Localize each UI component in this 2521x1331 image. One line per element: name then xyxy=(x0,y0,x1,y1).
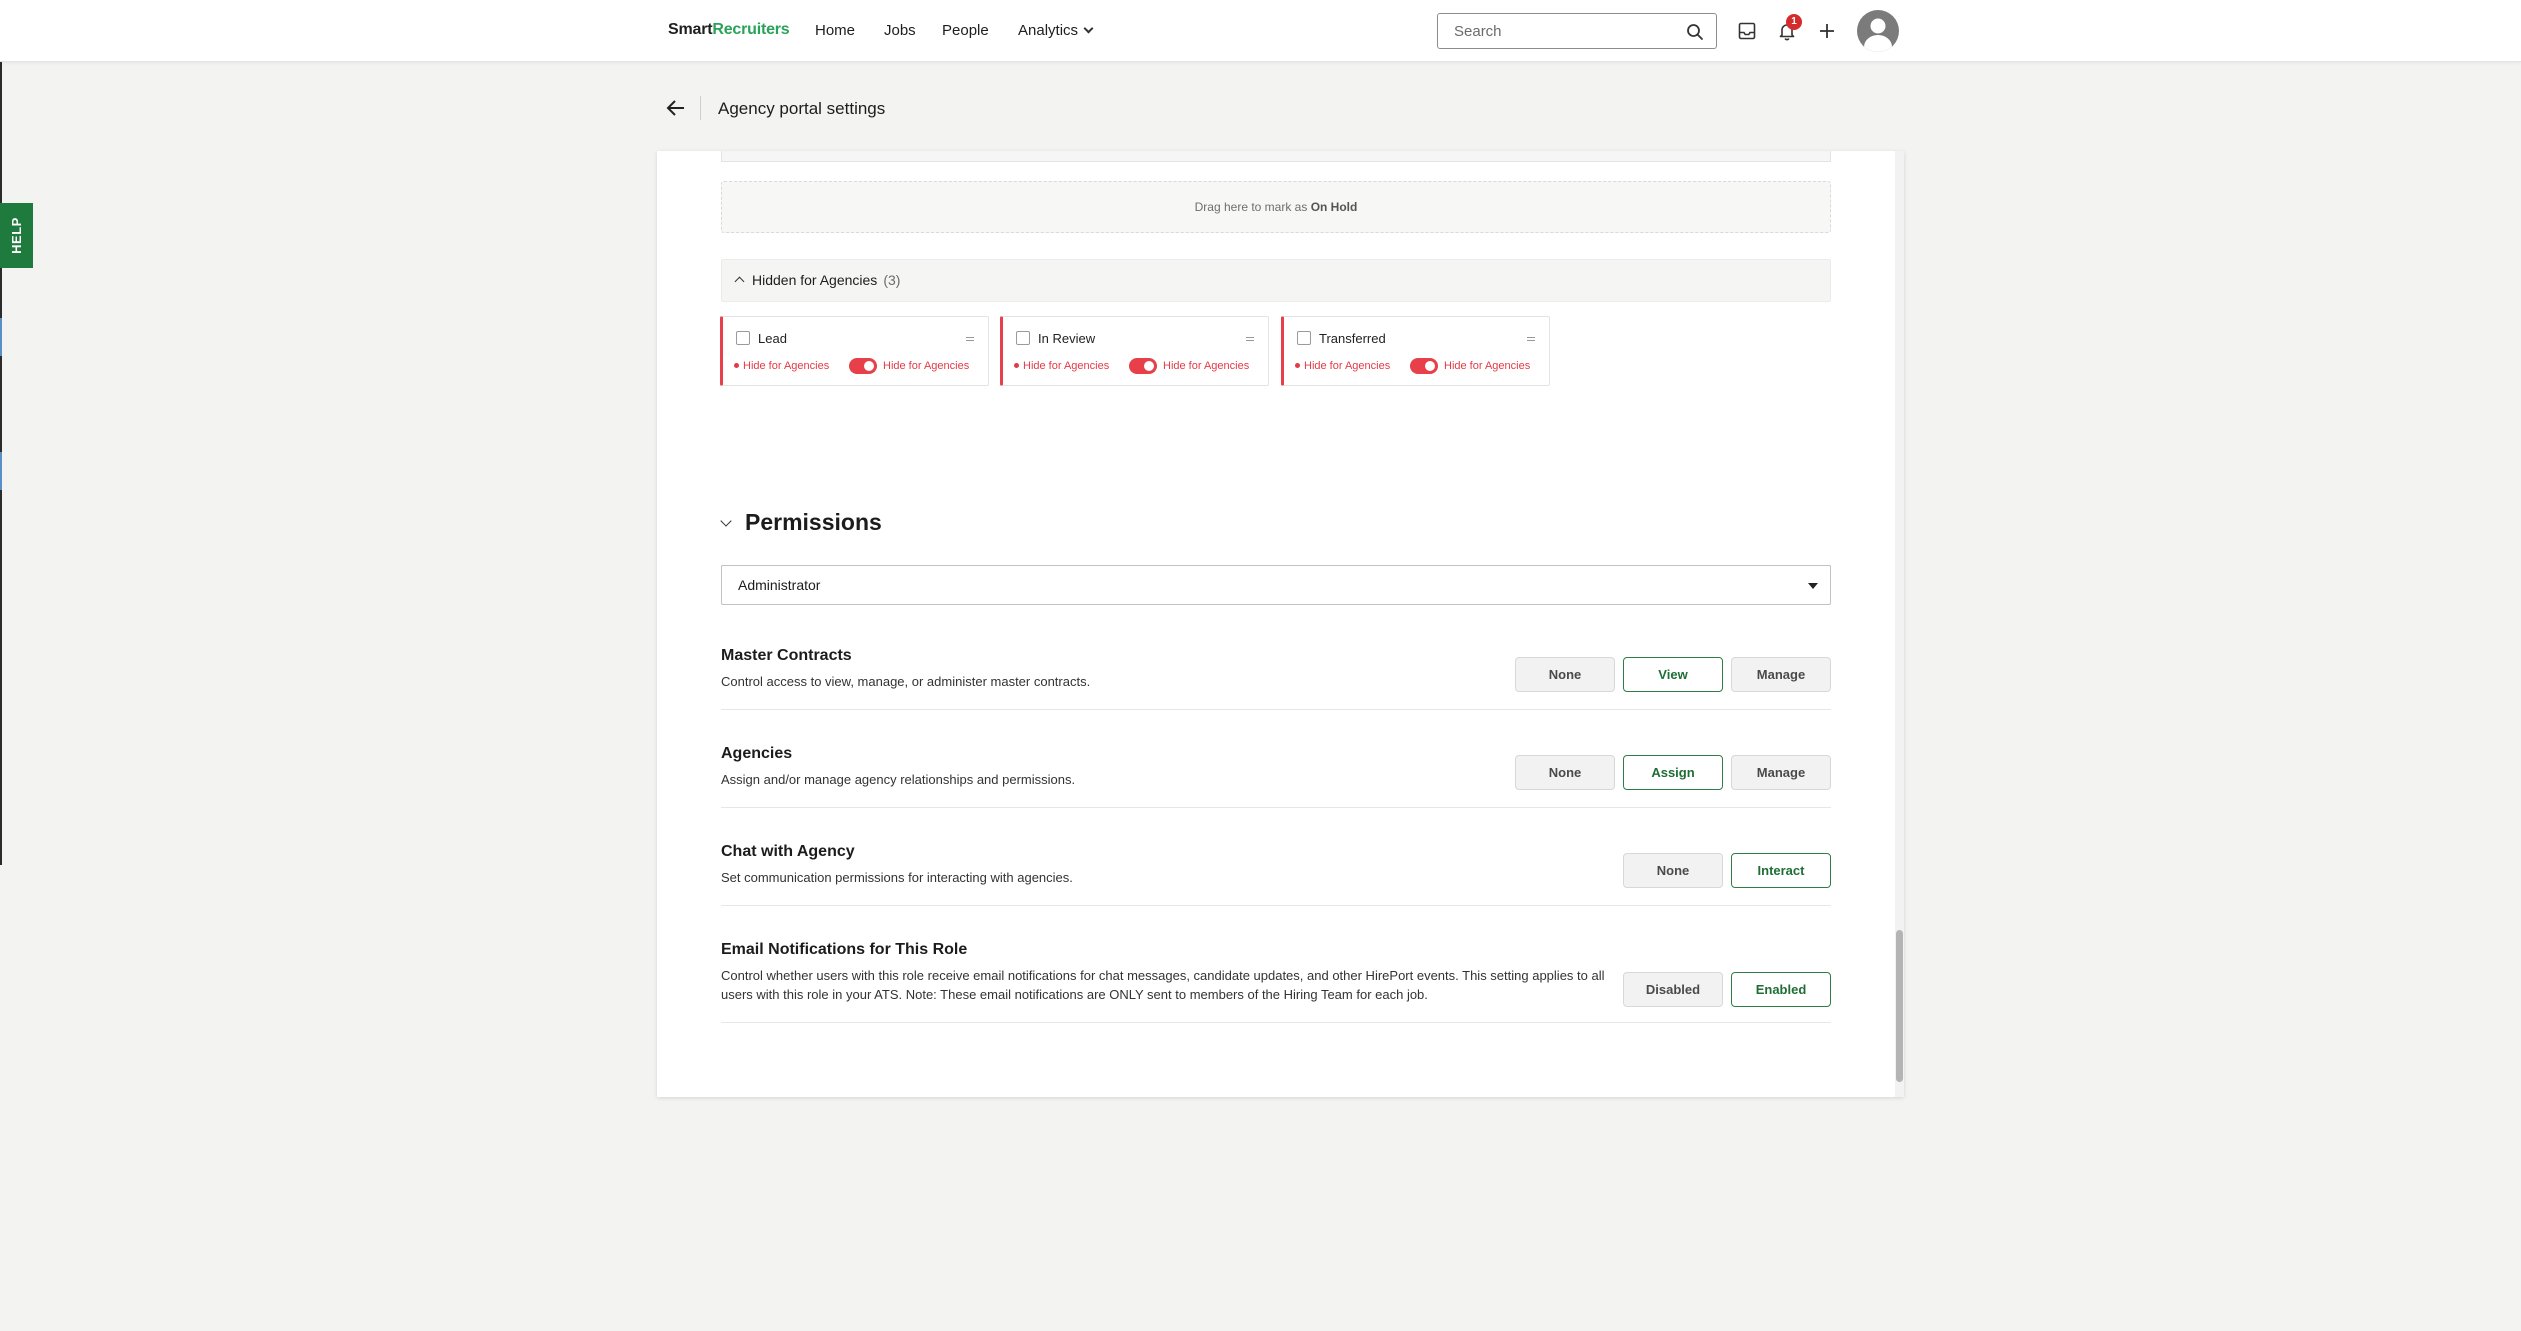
caret-down-icon xyxy=(1808,583,1818,589)
search-input[interactable] xyxy=(1438,14,1668,48)
option-none-button[interactable]: None xyxy=(1623,853,1723,888)
hide-for-agencies-toggle[interactable] xyxy=(849,358,877,374)
permission-description: Set communication permissions for intera… xyxy=(721,870,1073,885)
permission-row-chat-with-agency: Chat with Agency Set communication permi… xyxy=(721,843,1831,906)
option-view-button[interactable]: View xyxy=(1623,657,1723,692)
screen-edge-marker xyxy=(0,452,2,490)
header-divider xyxy=(700,96,701,120)
option-enabled-button[interactable]: Enabled xyxy=(1731,972,1831,1007)
brand-logo[interactable]: SmartRecruiters xyxy=(668,21,790,39)
screen-edge xyxy=(0,0,2,865)
stage-name: Lead xyxy=(758,331,787,346)
on-hold-drop-zone[interactable]: Drag here to mark as On Hold xyxy=(721,181,1831,233)
hidden-status-label: Hide for Agencies xyxy=(1014,360,1109,372)
plus-icon[interactable] xyxy=(1816,20,1838,42)
brand-logo-part2: Recruiters xyxy=(712,21,790,38)
toggle-label: Hide for Agencies xyxy=(1444,360,1531,372)
chevron-up-icon xyxy=(734,276,745,287)
back-arrow-icon[interactable] xyxy=(664,96,688,120)
stage-checkbox[interactable] xyxy=(736,331,750,345)
permission-description: Assign and/or manage agency relationship… xyxy=(721,772,1076,787)
nav-item-analytics[interactable]: Analytics xyxy=(1018,22,1094,39)
toggle-label: Hide for Agencies xyxy=(1163,360,1250,372)
user-avatar-icon xyxy=(1864,18,1892,52)
top-navigation-bar: SmartRecruiters Home Jobs People Analyti… xyxy=(0,0,2521,62)
option-none-button[interactable]: None xyxy=(1515,657,1615,692)
permission-title: Agencies xyxy=(721,745,793,762)
permission-row-master-contracts: Master Contracts Control access to view,… xyxy=(721,647,1831,710)
drop-zone-status: On Hold xyxy=(1310,200,1358,214)
pipeline-stage-list-bottom xyxy=(721,151,1831,162)
stage-card-in-review[interactable]: In Review Hide for Agencies Hide for Age… xyxy=(1000,316,1269,386)
permissions-title: Permissions xyxy=(745,509,882,535)
nav-item-home[interactable]: Home xyxy=(815,22,855,39)
stage-name: Transferred xyxy=(1319,331,1386,346)
permission-row-email-notifications: Email Notifications for This Role Contro… xyxy=(721,941,1831,1023)
role-select[interactable]: Administrator xyxy=(721,565,1831,605)
permission-description-line: users with this role in your ATS. Note: … xyxy=(721,987,1428,1002)
stage-checkbox[interactable] xyxy=(1016,331,1030,345)
screen-edge-marker xyxy=(0,318,2,356)
help-tab[interactable]: HELP xyxy=(0,203,33,268)
page-title: Agency portal settings xyxy=(718,99,886,118)
permission-title: Email Notifications for This Role xyxy=(721,941,968,958)
stage-card-lead[interactable]: Lead Hide for Agencies Hide for Agencies xyxy=(720,316,989,386)
toggle-label: Hide for Agencies xyxy=(883,360,970,372)
inbox-icon[interactable] xyxy=(1736,20,1758,42)
option-manage-button[interactable]: Manage xyxy=(1731,657,1831,692)
option-none-button[interactable]: None xyxy=(1515,755,1615,790)
drag-handle-icon[interactable] xyxy=(1246,337,1254,343)
search-field[interactable] xyxy=(1437,13,1717,49)
option-assign-button[interactable]: Assign xyxy=(1623,755,1723,790)
permission-description-line: Control whether users with this role rec… xyxy=(721,968,1605,983)
hide-for-agencies-toggle[interactable] xyxy=(1410,358,1438,374)
hide-for-agencies-toggle[interactable] xyxy=(1129,358,1157,374)
role-select-value: Administrator xyxy=(738,577,821,593)
option-disabled-button[interactable]: Disabled xyxy=(1623,972,1723,1007)
hidden-status-label: Hide for Agencies xyxy=(1295,360,1390,372)
permission-description: Control access to view, manage, or admin… xyxy=(721,674,1091,689)
drag-handle-icon[interactable] xyxy=(1527,337,1535,343)
chevron-down-icon xyxy=(1083,23,1094,34)
nav-item-people[interactable]: People xyxy=(942,22,989,39)
brand-logo-part1: Smart xyxy=(668,21,713,38)
hidden-section-label: Hidden for Agencies xyxy=(752,272,878,288)
hidden-section-count: (3) xyxy=(883,272,901,288)
scrollbar-thumb[interactable] xyxy=(1896,930,1903,1082)
drag-handle-icon[interactable] xyxy=(966,337,974,343)
permission-title: Chat with Agency xyxy=(721,843,855,860)
option-interact-button[interactable]: Interact xyxy=(1731,853,1831,888)
notification-count-badge: 1 xyxy=(1786,14,1802,30)
stage-name: In Review xyxy=(1038,331,1096,346)
user-avatar[interactable] xyxy=(1857,10,1899,52)
stage-checkbox[interactable] xyxy=(1297,331,1311,345)
option-manage-button[interactable]: Manage xyxy=(1731,755,1831,790)
nav-item-analytics-label: Analytics xyxy=(1018,22,1079,39)
search-icon[interactable] xyxy=(1686,23,1704,41)
nav-item-jobs[interactable]: Jobs xyxy=(884,22,916,39)
drop-zone-prefix: Drag here to mark as xyxy=(1194,200,1308,214)
permission-title: Master Contracts xyxy=(721,647,852,664)
permission-row-agencies: Agencies Assign and/or manage agency rel… xyxy=(721,745,1831,808)
help-tab-label: HELP xyxy=(9,217,25,254)
hidden-status-label: Hide for Agencies xyxy=(734,360,829,372)
stage-card-transferred[interactable]: Transferred Hide for Agencies Hide for A… xyxy=(1281,316,1550,386)
permission-description: Control whether users with this role rec… xyxy=(721,966,1605,1004)
hidden-for-agencies-header[interactable]: Hidden for Agencies (3) xyxy=(721,259,1831,302)
